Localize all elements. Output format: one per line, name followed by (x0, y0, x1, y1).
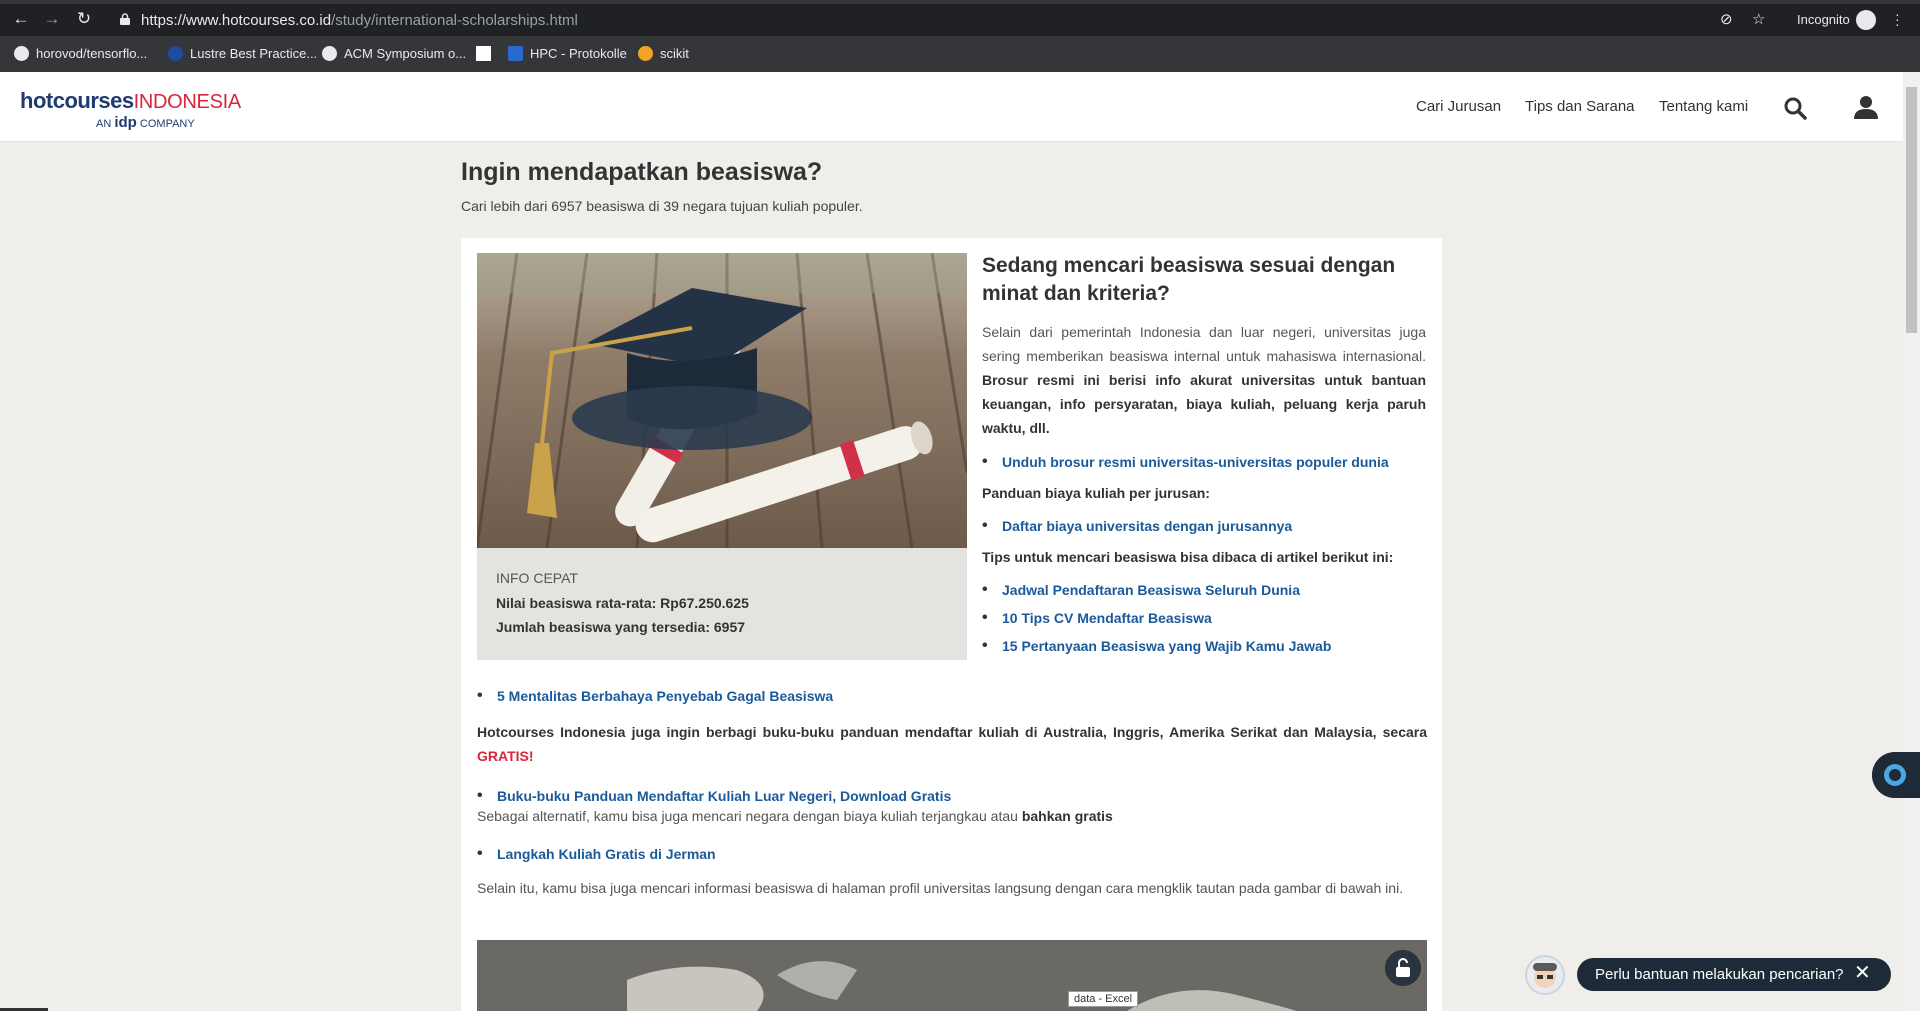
github-icon (14, 46, 29, 61)
info-average-value: Nilai beasiswa rata-rata: Rp67.250.625 (496, 595, 749, 611)
unlock-icon[interactable] (1385, 950, 1421, 986)
link-buku-panduan[interactable]: Buku-buku Panduan Mendaftar Kuliah Luar … (477, 786, 1427, 806)
nasa-icon (168, 46, 183, 61)
sharepoint-icon (508, 46, 523, 61)
site-header: hotcoursesINDONESIA AN idp COMPANY Cari … (0, 72, 1903, 142)
url-host: https://www.hotcourses.co.id (141, 12, 332, 29)
bookmark-label: scikit (660, 46, 689, 61)
hotcourses-logo[interactable]: hotcoursesINDONESIA AN idp COMPANY (20, 88, 241, 131)
alternative-paragraph: Sebagai alternatif, kamu bisa juga menca… (477, 806, 1427, 826)
nav-tips-dan-sarana[interactable]: Tips dan Sarana (1525, 98, 1635, 115)
logo-sub-an: AN (96, 118, 112, 130)
logo-sub-company: COMPANY (139, 118, 195, 130)
graduation-cap-image (477, 253, 967, 548)
bookmark-4[interactable]: HPC - Protokolle (508, 46, 627, 61)
bookmark-label: Lustre Best Practice... (190, 46, 318, 61)
search-icon[interactable] (1783, 96, 1807, 120)
section-title: Sedang mencari beasiswa sesuai dengan mi… (982, 254, 1396, 305)
nav-cari-jurusan[interactable]: Cari Jurusan (1416, 98, 1501, 115)
intro-bold: Brosur resmi ini berisi info akurat univ… (982, 372, 1426, 436)
bookmarks-bar: horovod/tensorflo... Lustre Best Practic… (0, 36, 1920, 72)
label-tips: Tips untuk mencari beasiswa bisa dibaca … (982, 549, 1394, 565)
bookmark-2[interactable]: ACM Symposium o... (322, 46, 466, 61)
bookmark-0[interactable]: horovod/tensorflo... (14, 46, 147, 61)
url-text[interactable]: https://www.hotcourses.co.id/study/inter… (141, 12, 578, 29)
back-arrow-icon[interactable]: ← (12, 10, 30, 28)
label-panduan: Panduan biaya kuliah per jurusan: (982, 485, 1210, 501)
alt-bold: bahkan gratis (1021, 808, 1113, 824)
link-biaya-universitas[interactable]: Daftar biaya universitas dengan jurusann… (982, 516, 1426, 536)
intro-paragraph: Selain dari pemerintah Indonesia dan lua… (982, 320, 1426, 440)
share-paragraph: Hotcourses Indonesia juga ingin berbagi … (477, 720, 1427, 768)
globe-icon (322, 46, 337, 61)
cookie-blocked-icon[interactable]: ⊘ (1720, 10, 1733, 28)
right-column: Sedang mencari beasiswa sesuai dengan mi… (982, 252, 1426, 656)
world-map-image[interactable] (477, 940, 1427, 1011)
bookmark-3[interactable] (476, 46, 491, 61)
link-kuliah-jerman[interactable]: Langkah Kuliah Gratis di Jerman (477, 844, 1427, 864)
profil-paragraph: Selain itu, kamu bisa juga mencari infor… (477, 880, 1404, 896)
buku-wrap: Buku-buku Panduan Mendaftar Kuliah Luar … (477, 786, 1427, 826)
bookmark-label: ACM Symposium o... (344, 46, 467, 61)
chat-launcher-icon[interactable] (1872, 752, 1920, 798)
forward-arrow-icon[interactable]: → (43, 10, 61, 28)
bookmark-1[interactable]: Lustre Best Practice... (168, 46, 317, 61)
link-mentalitas[interactable]: 5 Mentalitas Berbahaya Penyebab Gagal Be… (477, 686, 1427, 706)
incognito-label: Incognito (1797, 12, 1850, 27)
share-paragraph-wrap: Hotcourses Indonesia juga ingin berbagi … (477, 720, 1427, 768)
intro-plain: Selain dari pemerintah Indonesia dan lua… (982, 324, 1426, 364)
lock-icon (120, 13, 130, 25)
page-subtitle: Cari lebih dari 6957 beasiswa di 39 nega… (461, 198, 863, 214)
link-pertanyaan[interactable]: 15 Pertanyaan Beasiswa yang Wajib Kamu J… (982, 636, 1426, 656)
link-jadwal[interactable]: Jadwal Pendaftaran Beasiswa Seluruh Duni… (982, 580, 1426, 600)
share-text: Hotcourses Indonesia juga ingin berbagi … (477, 724, 1427, 740)
logo-country: INDONESIA (133, 91, 242, 113)
profil-wrap: Selain itu, kamu bisa juga mencari infor… (477, 876, 1427, 900)
info-label: INFO CEPAT (496, 570, 578, 586)
alt-plain: Sebagai alternatif, kamu bisa juga menca… (477, 808, 1022, 824)
nav-tentang-kami[interactable]: Tentang kami (1659, 98, 1748, 115)
assistant-face-icon (1533, 963, 1557, 988)
star-bookmark-icon[interactable]: ☆ (1752, 10, 1765, 28)
user-account-icon[interactable] (1853, 94, 1879, 120)
menu-kebab-icon[interactable]: · · · (1895, 7, 1900, 31)
info-scholarship-count: Jumlah beasiswa yang tersedia: 6957 (496, 619, 746, 635)
bookmark-5[interactable]: scikit (638, 46, 689, 61)
bookmark-label: HPC - Protokolle (530, 46, 627, 61)
taskbar-tooltip: data - Excel (1068, 991, 1139, 1007)
jerman-wrap: Langkah Kuliah Gratis di Jerman (477, 844, 1427, 864)
bookmark-label: horovod/tensorflo... (36, 46, 148, 61)
reload-icon[interactable]: ↻ (75, 10, 93, 28)
blank-page-icon (476, 46, 491, 61)
tab-strip-edge (0, 0, 1920, 4)
scikit-icon (638, 46, 653, 61)
url-path: /study/international-scholarships.html (331, 12, 578, 29)
logo-main: hotcourses (20, 88, 134, 113)
link-brosur[interactable]: Unduh brosur resmi universitas-universit… (982, 452, 1426, 472)
close-icon[interactable]: ✕ (1854, 963, 1871, 983)
link-tips-cv[interactable]: 10 Tips CV Mendaftar Beasiswa (982, 608, 1426, 628)
chat-prompt-bubble[interactable]: Perlu bantuan melakukan pencarian? (1577, 958, 1891, 991)
scrollbar-thumb[interactable] (1906, 87, 1917, 333)
gratis-label: GRATIS! (477, 748, 534, 764)
incognito-avatar-icon[interactable] (1856, 10, 1876, 30)
assistant-avatar-icon[interactable] (1525, 955, 1565, 995)
page-title: Ingin mendapatkan beasiswa? (461, 158, 823, 186)
logo-sub-idp: idp (114, 114, 137, 131)
chat-prompt-text: Perlu bantuan melakukan pencarian? (1595, 966, 1844, 983)
quick-info-box: INFO CEPAT Nilai beasiswa rata-rata: Rp6… (477, 548, 967, 660)
link-mentalitas-wrap: 5 Mentalitas Berbahaya Penyebab Gagal Be… (477, 686, 1427, 706)
